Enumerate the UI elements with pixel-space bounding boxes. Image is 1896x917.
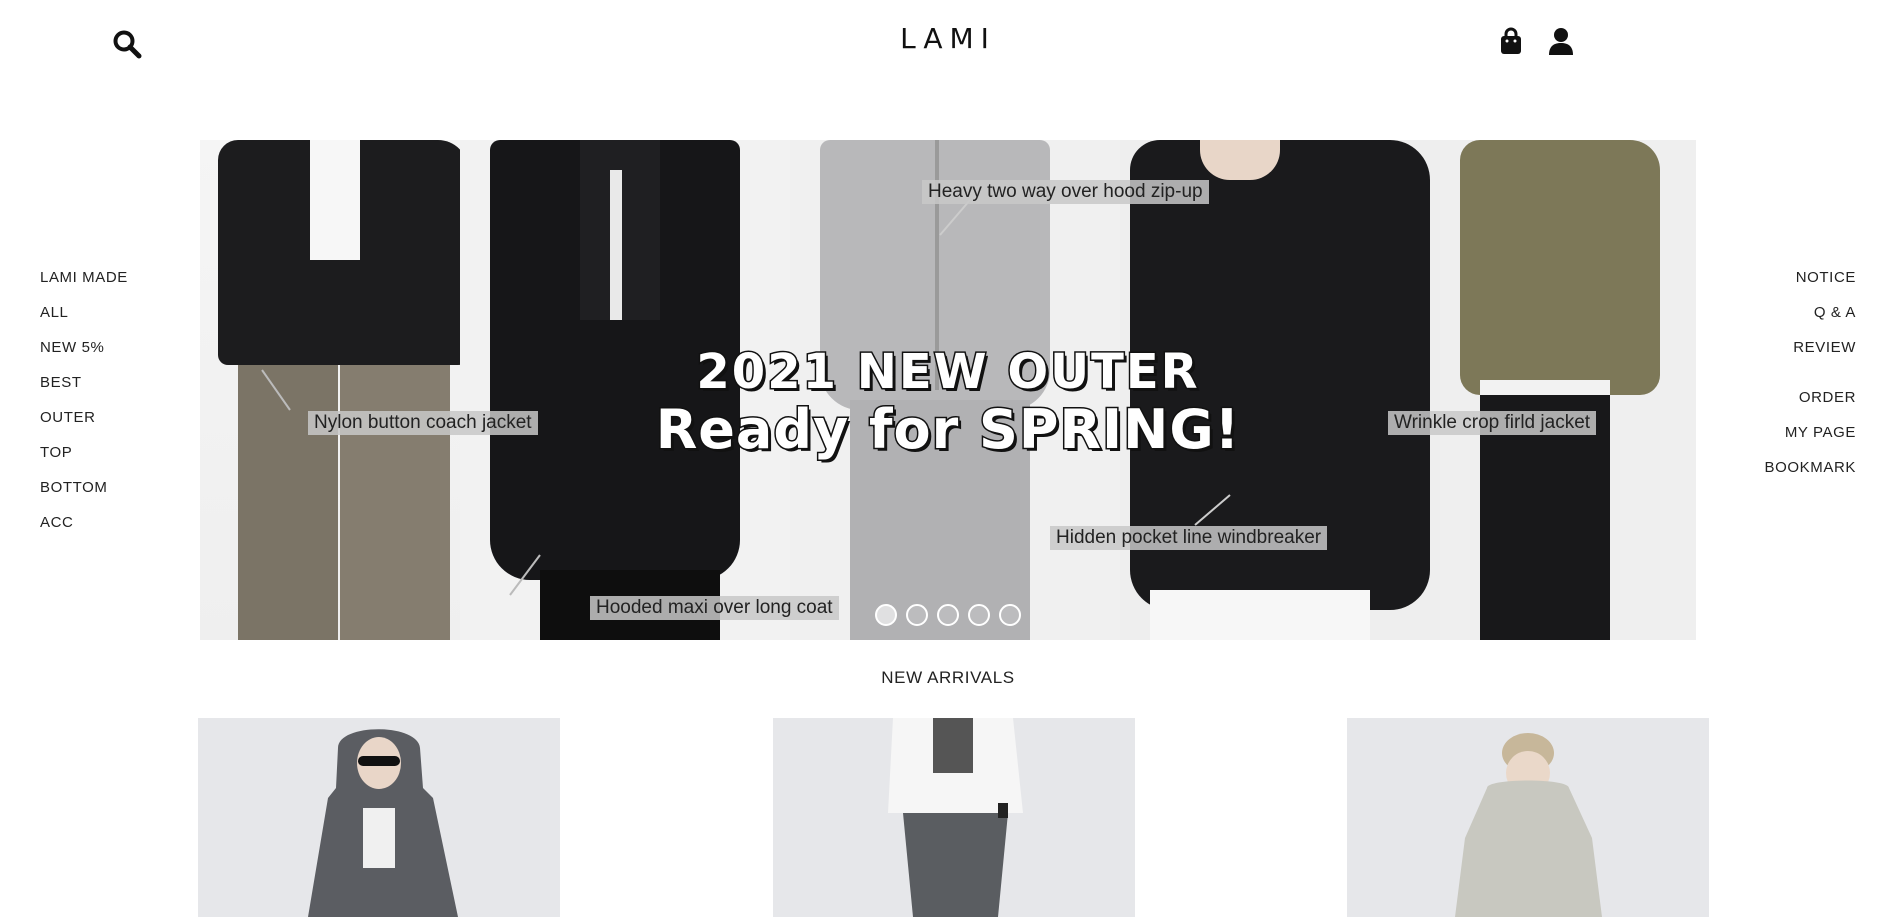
nav-qna[interactable]: Q & A — [1765, 295, 1856, 330]
product-image — [198, 718, 560, 917]
category-nav: LAMI MADE ALL NEW 5% BEST OUTER TOP BOTT… — [40, 260, 128, 540]
nav-outer[interactable]: OUTER — [40, 400, 128, 435]
slider-pagination — [875, 604, 1021, 626]
shopping-bag-icon[interactable] — [1496, 26, 1526, 56]
nav-order[interactable]: ORDER — [1765, 380, 1856, 415]
slider-dot-2[interactable] — [906, 604, 928, 626]
product-image — [773, 718, 1135, 917]
slider-dot-1[interactable] — [875, 604, 897, 626]
nav-bottom[interactable]: BOTTOM — [40, 470, 128, 505]
hero-title-line2: Ready for SPRING! — [654, 397, 1241, 463]
nav-acc[interactable]: ACC — [40, 505, 128, 540]
nav-my-page[interactable]: MY PAGE — [1765, 415, 1856, 450]
product-card[interactable] — [773, 718, 1135, 917]
slider-dot-4[interactable] — [968, 604, 990, 626]
slider-dot-3[interactable] — [937, 604, 959, 626]
label-windbreaker[interactable]: Hidden pocket line windbreaker — [1050, 526, 1328, 550]
nav-new[interactable]: NEW 5% — [40, 330, 128, 365]
nav-notice[interactable]: NOTICE — [1765, 260, 1856, 295]
product-card[interactable] — [198, 718, 560, 917]
account-nav: NOTICE Q & A REVIEW ORDER MY PAGE BOOKMA… — [1765, 260, 1856, 485]
nav-lami-made[interactable]: LAMI MADE — [40, 260, 128, 295]
site-header: LAMI — [0, 0, 1896, 90]
hero-banner[interactable]: Nylon button coach jacket Hooded maxi ov… — [200, 140, 1696, 640]
user-icon[interactable] — [1546, 26, 1576, 56]
nav-bookmark[interactable]: BOOKMARK — [1765, 450, 1856, 485]
nav-top[interactable]: TOP — [40, 435, 128, 470]
nav-review[interactable]: REVIEW — [1765, 330, 1856, 365]
nav-best[interactable]: BEST — [40, 365, 128, 400]
hero-title-line1: 2021 NEW OUTER — [695, 343, 1200, 402]
slider-dot-5[interactable] — [999, 604, 1021, 626]
label-long-coat[interactable]: Hooded maxi over long coat — [590, 596, 839, 620]
product-image — [1347, 718, 1709, 917]
label-zip-up[interactable]: Heavy two way over hood zip-up — [922, 180, 1209, 204]
product-card[interactable] — [1347, 718, 1709, 917]
new-arrivals-title: NEW ARRIVALS — [881, 668, 1015, 687]
nav-divider — [1765, 365, 1856, 380]
site-logo[interactable]: LAMI — [0, 22, 1896, 55]
nav-all[interactable]: ALL — [40, 295, 128, 330]
